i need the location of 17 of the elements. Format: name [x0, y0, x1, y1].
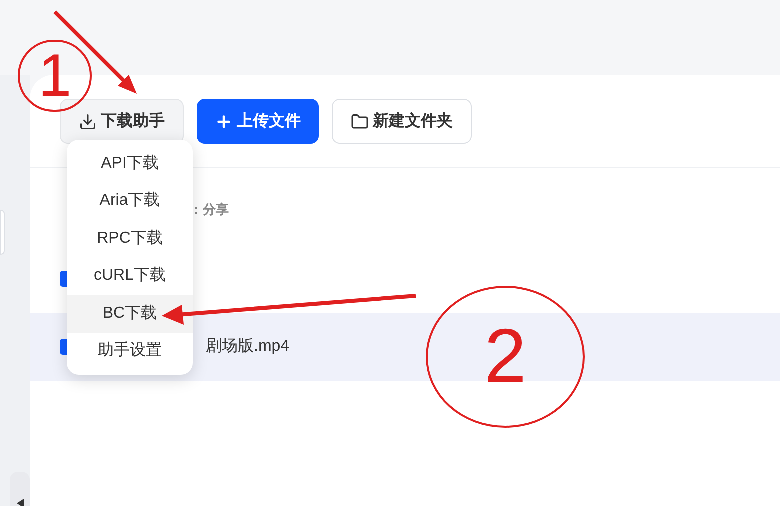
menu-item[interactable]: cURL下载	[67, 258, 193, 295]
download-icon	[79, 112, 97, 130]
folder-button[interactable]: 新建文件夹	[332, 99, 472, 144]
menu-item[interactable]: BC下载	[67, 295, 193, 332]
collapse-button[interactable]	[10, 472, 30, 506]
breadcrumb-text: ：分享	[190, 202, 229, 217]
menu-item[interactable]: Aria下载	[67, 182, 193, 220]
plus-icon	[215, 112, 233, 130]
annotation-ellipse: 2	[426, 286, 585, 428]
menu-item[interactable]: 助手设置	[67, 332, 193, 370]
download-button[interactable]: 下载助手	[60, 99, 184, 144]
file-name: 剧场版.mp4	[206, 337, 290, 357]
left-triangle-icon	[16, 499, 24, 506]
menu-item[interactable]: API下载	[67, 145, 193, 182]
menu-item[interactable]: RPC下载	[67, 220, 193, 258]
folder-icon	[351, 112, 369, 130]
upload-button[interactable]: 上传文件	[197, 99, 319, 144]
